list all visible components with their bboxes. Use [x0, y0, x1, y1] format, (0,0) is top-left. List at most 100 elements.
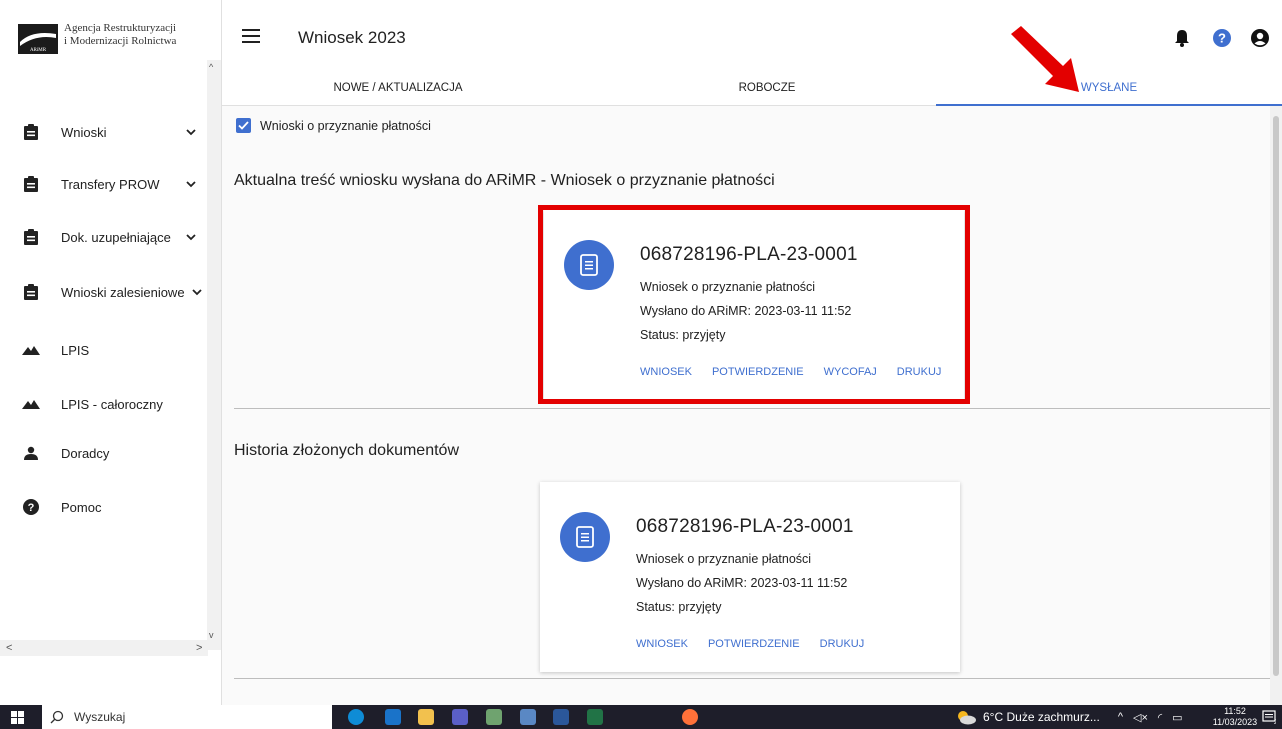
windows-start-icon[interactable]: [11, 711, 24, 724]
logo-line-1: Agencja Restrukturyzacji: [64, 22, 177, 34]
teams-icon[interactable]: [452, 709, 468, 725]
clipboard-icon: [22, 175, 40, 193]
scroll-up-icon[interactable]: ^: [209, 62, 213, 72]
notification-center-icon[interactable]: 21: [1262, 710, 1276, 724]
application-id: 068728196-PLA-23-0001: [636, 516, 854, 537]
sidebar-item-lpis-caloroczny[interactable]: LPIS - całoroczny: [0, 384, 208, 424]
chevron-down-icon: [186, 129, 196, 136]
sidebar-item-wnioski-zalesieniowe[interactable]: Wnioski zalesieniowe: [0, 272, 208, 312]
tab-nowe-aktualizacja[interactable]: NOWE / AKTUALIZACJA: [222, 78, 574, 106]
svg-text:21: 21: [1274, 720, 1276, 724]
scroll-right-icon[interactable]: >: [196, 642, 202, 654]
sidebar-item-label: Wnioski: [61, 124, 107, 140]
arimr-logo[interactable]: ARiMR Agencja Restrukturyzacji i Moderni…: [18, 18, 208, 62]
history-section-title: Historia złożonych dokumentów: [234, 442, 459, 459]
weather-cloud-icon[interactable]: [955, 709, 977, 725]
filter-checkbox[interactable]: Wnioski o przyznanie płatności: [236, 118, 431, 133]
page-title: Wniosek 2023: [298, 28, 406, 47]
chevron-down-icon: [192, 289, 202, 296]
help-icon: ?: [22, 498, 40, 516]
windows-taskbar: Wyszukaj 6°C Duże zachmurz... ^ ◁× ◜ ▭ 1…: [0, 705, 1282, 729]
scroll-down-icon[interactable]: v: [209, 630, 214, 640]
sidebar-item-lpis[interactable]: LPIS: [0, 330, 208, 370]
file-explorer-icon[interactable]: [418, 709, 434, 725]
drukuj-button[interactable]: DRUKUJ: [897, 366, 942, 378]
sidebar-item-label: Doradcy: [61, 445, 110, 461]
battery-icon[interactable]: ▭: [1172, 711, 1182, 724]
arimr-logo-mark: ARiMR: [18, 24, 58, 54]
system-tray: 6°C Duże zachmurz... ^ ◁× ◜ ▭: [955, 705, 1183, 729]
app-icon[interactable]: [486, 709, 502, 725]
terrain-icon: [22, 395, 40, 413]
chevron-down-icon: [186, 234, 196, 241]
scrollbar-thumb[interactable]: [1273, 116, 1279, 676]
chevron-down-icon: [186, 181, 196, 188]
weather-text[interactable]: 6°C Duże zachmurz...: [983, 710, 1100, 724]
app-icon[interactable]: [520, 709, 536, 725]
taskbar-clock[interactable]: 11:52 11/03/2023: [1212, 706, 1258, 728]
edge-icon[interactable]: [348, 709, 364, 725]
logo-text: Agencja Restrukturyzacji i Modernizacji …: [64, 22, 176, 48]
sidebar-scrollbar[interactable]: ^ v: [207, 60, 221, 650]
potwierdzenie-button[interactable]: POTWIERDZENIE: [708, 638, 800, 650]
application-status: Status: przyjęty: [640, 328, 726, 342]
clock-date: 11/03/2023: [1212, 717, 1258, 727]
potwierdzenie-button[interactable]: POTWIERDZENIE: [712, 366, 804, 378]
tab-wyslane[interactable]: WYSŁANE: [936, 78, 1282, 106]
sidebar-item-pomoc[interactable]: ? Pomoc: [0, 487, 208, 527]
content-scrollbar[interactable]: [1270, 106, 1282, 705]
taskbar-search-input[interactable]: Wyszukaj: [42, 705, 332, 729]
card-actions: WNIOSEK POTWIERDZENIE WYCOFAJ DRUKUJ: [640, 366, 941, 378]
sidebar-horizontal-scrollbar[interactable]: < >: [0, 640, 208, 656]
svg-text:ARiMR: ARiMR: [30, 48, 47, 53]
sidebar-item-label: Wnioski zalesieniowe: [61, 284, 185, 300]
filter-label: Wnioski o przyznanie płatności: [260, 118, 431, 133]
sidebar-item-wnioski[interactable]: Wnioski: [0, 112, 208, 152]
application-status: Status: przyjęty: [636, 600, 722, 614]
current-section-title: Aktualna treść wniosku wysłana do ARiMR …: [234, 172, 775, 189]
account-circle-icon[interactable]: [1250, 28, 1270, 48]
person-icon: [22, 444, 40, 462]
help-circle-icon[interactable]: ?: [1212, 28, 1232, 48]
sidebar-item-label: Dok. uzupełniające: [61, 229, 171, 245]
wifi-icon[interactable]: ◜: [1158, 711, 1162, 724]
scroll-left-icon[interactable]: <: [6, 642, 12, 654]
checkbox-checked-icon[interactable]: [236, 118, 251, 133]
sidebar-item-label: Pomoc: [61, 499, 102, 515]
top-app-bar: Wniosek 2023 ?: [222, 0, 1282, 78]
sidebar-item-doradcy[interactable]: Doradcy: [0, 433, 208, 473]
sidebar-item-label: LPIS - całoroczny: [61, 396, 163, 412]
tray-chevron-up-icon[interactable]: ^: [1118, 711, 1123, 723]
section-divider: [234, 408, 1274, 409]
application-sent-date: Wysłano do ARiMR: 2023-03-11 11:52: [636, 576, 848, 590]
clipboard-icon: [22, 123, 40, 141]
bell-icon[interactable]: [1172, 28, 1192, 48]
sidebar-item-label: Transfery PROW: [61, 176, 160, 192]
excel-icon[interactable]: [587, 709, 603, 725]
svg-text:?: ?: [28, 502, 35, 514]
current-application-card: 068728196-PLA-23-0001 Wniosek o przyznan…: [544, 210, 964, 400]
main-content: Wnioski o przyznanie płatności Aktualna …: [222, 106, 1282, 705]
firefox-icon[interactable]: [682, 709, 698, 725]
history-application-card: 068728196-PLA-23-0001 Wniosek o przyznan…: [540, 482, 960, 672]
sidebar-item-transfery-prow[interactable]: Transfery PROW: [0, 164, 208, 204]
wniosek-button[interactable]: WNIOSEK: [640, 366, 692, 378]
terrain-icon: [22, 341, 40, 359]
document-icon: [560, 512, 610, 562]
sidebar-item-label: LPIS: [61, 342, 90, 358]
outlook-icon[interactable]: [385, 709, 401, 725]
search-placeholder: Wyszukaj: [74, 710, 126, 724]
sidebar-item-dok-uzupelniajace[interactable]: Dok. uzupełniające: [0, 217, 208, 257]
card-actions: WNIOSEK POTWIERDZENIE DRUKUJ: [636, 638, 864, 650]
wniosek-button[interactable]: WNIOSEK: [636, 638, 688, 650]
speaker-icon[interactable]: ◁×: [1133, 711, 1148, 724]
sidebar: ARiMR Agencja Restrukturyzacji i Moderni…: [0, 0, 222, 705]
drukuj-button[interactable]: DRUKUJ: [820, 638, 865, 650]
hamburger-menu-icon[interactable]: [242, 29, 260, 43]
wycofaj-button[interactable]: WYCOFAJ: [824, 366, 877, 378]
clipboard-icon: [22, 283, 40, 301]
tab-robocze[interactable]: ROBOCZE: [592, 78, 942, 106]
tab-bar: NOWE / AKTUALIZACJA ROBOCZE WYSŁANE: [222, 78, 1282, 106]
word-icon[interactable]: [553, 709, 569, 725]
application-type: Wniosek o przyznanie płatności: [636, 552, 812, 566]
